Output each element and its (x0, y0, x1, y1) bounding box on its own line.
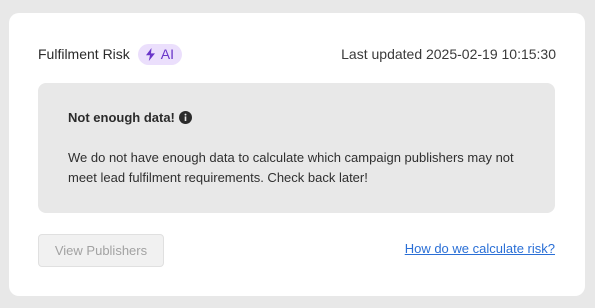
notice-title: Not enough data! (68, 110, 175, 125)
lightning-bolt-icon (145, 47, 155, 61)
ai-badge: AI (137, 43, 183, 65)
last-updated-text: Last updated 2025-02-19 10:15:30 (341, 46, 556, 62)
info-icon[interactable] (178, 111, 192, 124)
not-enough-data-notice: Not enough data! We do not have enough d… (38, 83, 555, 213)
notice-title-row: Not enough data! (68, 110, 192, 125)
ai-badge-label: AI (160, 46, 175, 62)
fulfilment-risk-card: Fulfilment Risk AI Last updated 2025-02-… (9, 13, 585, 296)
header-left: Fulfilment Risk AI (38, 43, 183, 65)
view-publishers-button[interactable]: View Publishers (38, 234, 164, 267)
how-we-calculate-risk-link[interactable]: How do we calculate risk? (405, 241, 555, 256)
notice-body-text: We do not have enough data to calculate … (68, 150, 514, 185)
card-title: Fulfilment Risk (38, 46, 130, 62)
card-header: Fulfilment Risk AI Last updated 2025-02-… (38, 43, 556, 65)
